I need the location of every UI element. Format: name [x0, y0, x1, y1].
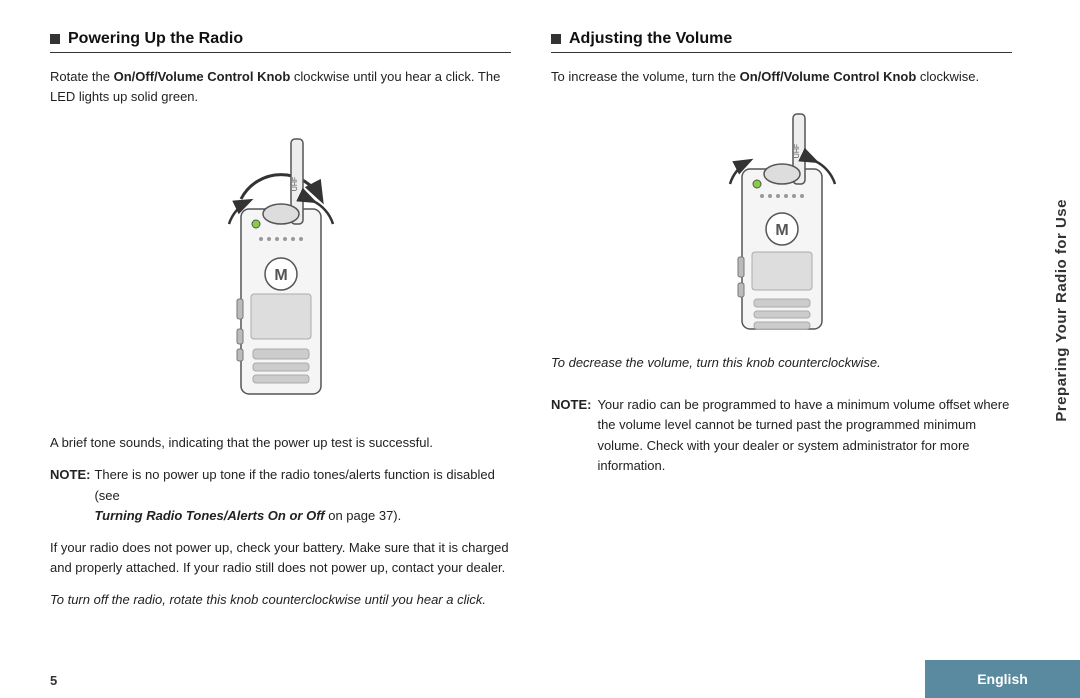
right-paragraph1: To increase the volume, turn the On/Off/… — [551, 67, 1012, 87]
svg-text:M: M — [775, 222, 788, 239]
left-section-header: Powering Up the Radio — [50, 30, 511, 53]
right-note-content: Your radio can be programmed to have a m… — [597, 395, 1012, 476]
page-number: 5 — [50, 673, 57, 688]
right-section-header: Adjusting the Volume — [551, 30, 1012, 53]
language-label: English — [977, 671, 1028, 687]
right-italic-note: To decrease the volume, turn this knob c… — [551, 353, 1012, 373]
svg-text:UHF: UHF — [292, 177, 299, 191]
section-icon-left — [50, 34, 60, 44]
left-note-content: There is no power up tone if the radio t… — [94, 465, 511, 525]
right-radio-svg: UHF M — [687, 109, 877, 339]
left-note: NOTE: There is no power up tone if the r… — [50, 465, 511, 525]
left-radio-svg: UHF M — [181, 129, 381, 419]
bottom-bar: English — [925, 660, 1080, 698]
right-note-label: NOTE: — [551, 395, 591, 476]
sidebar-tab: Preparing Your Radio for Use — [1042, 0, 1080, 620]
right-column: Adjusting the Volume To increase the vol… — [551, 30, 1012, 648]
section-icon-right — [551, 34, 561, 44]
right-section-title: Adjusting the Volume — [569, 30, 732, 48]
sidebar-tab-text: Preparing Your Radio for Use — [1053, 199, 1070, 422]
left-paragraph3: If your radio does not power up, check y… — [50, 538, 511, 578]
left-paragraph1: Rotate the On/Off/Volume Control Knob cl… — [50, 67, 511, 107]
svg-text:M: M — [274, 267, 287, 284]
main-content: Powering Up the Radio Rotate the On/Off/… — [0, 0, 1042, 698]
left-italic-note: To turn off the radio, rotate this knob … — [50, 590, 511, 610]
right-radio-image: UHF M — [551, 109, 1012, 339]
left-paragraph2: A brief tone sounds, indicating that the… — [50, 433, 511, 453]
page-container: Powering Up the Radio Rotate the On/Off/… — [0, 0, 1080, 698]
svg-text:UHF: UHF — [794, 144, 801, 158]
left-section-title: Powering Up the Radio — [68, 30, 243, 48]
left-column: Powering Up the Radio Rotate the On/Off/… — [50, 30, 511, 648]
right-note: NOTE: Your radio can be programmed to ha… — [551, 395, 1012, 476]
left-note-label: NOTE: — [50, 465, 90, 525]
left-radio-image: UHF M — [50, 129, 511, 419]
